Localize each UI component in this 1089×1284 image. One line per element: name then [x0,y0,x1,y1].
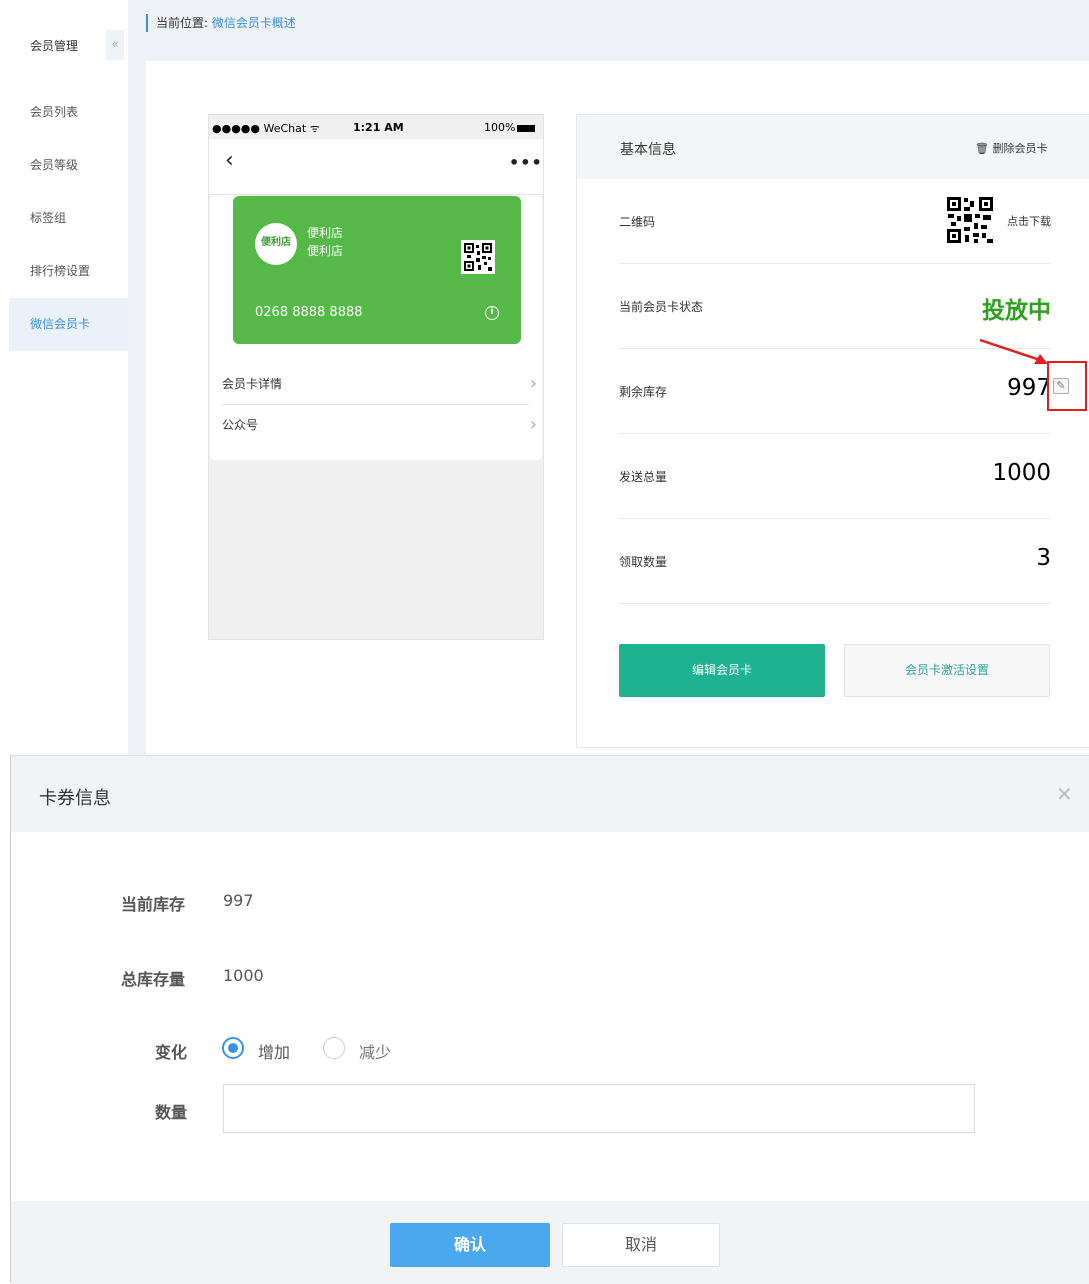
card-detail-row[interactable]: 会员卡详情 › [221,364,537,404]
sent-row: 发送总量 1000 [619,434,1051,519]
modal-title: 卡券信息 [39,788,111,809]
official-account-row[interactable]: 公众号 › [221,404,537,444]
sidebar-item-ranking-settings[interactable]: 排行榜设置 [9,245,128,298]
card-number: 0268 8888 8888 [255,305,363,320]
battery-icon [517,124,536,132]
quantity-label: 数量 [155,1103,188,1122]
confirm-button[interactable]: 确认 [390,1223,550,1267]
annotation-arrow-icon [979,338,1048,364]
sidebar: 会员管理 « 会员列表 会员等级 标签组 排行榜设置 微信会员卡 [0,0,128,755]
cancel-button[interactable]: 取消 [562,1223,720,1267]
total-stock-label: 总库存量 [121,970,186,989]
basic-info-panel: 基本信息 🗑 删除会员卡 二维码 点击下载 当前会员卡状态 投放中 剩余库存 9… [576,114,1089,748]
card-qr-icon [461,240,495,274]
sent-value: 1000 [992,460,1051,486]
status-time: 1:21 AM [353,121,404,134]
stock-label: 剩余库存 [619,385,668,399]
battery-status: 100% [484,121,536,134]
decrease-label[interactable]: 减少 [359,1039,391,1063]
phone-preview: ●●●●● WeChat ᯤ 1:21 AM 100% ‹ ••• 便利店 便利… [208,114,544,640]
quantity-input[interactable] [223,1084,975,1133]
delete-card-button[interactable]: 🗑 删除会员卡 [975,140,1047,156]
trash-icon: 🗑 [975,142,989,155]
activation-settings-button[interactable]: 会员卡激活设置 [844,644,1050,697]
modal-footer: 确认 取消 [11,1201,1089,1284]
back-icon[interactable]: ‹ [225,148,234,173]
status-label: 当前会员卡状态 [619,300,704,314]
chevron-right-icon: › [529,373,537,394]
qr-download-link[interactable]: 点击下载 [1007,213,1051,229]
info-title: 基本信息 [620,142,676,158]
carrier-signal: ●●●●● WeChat ᯤ [212,122,320,135]
received-row: 领取数量 3 [619,519,1051,604]
qr-code-icon[interactable] [947,197,993,243]
battery-label: 100% [484,121,516,134]
phone-status-bar: ●●●●● WeChat ᯤ 1:21 AM 100% [209,115,543,139]
current-stock-label: 当前库存 [121,895,186,914]
sidebar-item-tag-group[interactable]: 标签组 [9,192,128,245]
breadcrumb-current[interactable]: 微信会员卡概述 [212,16,296,30]
qr-label: 二维码 [619,215,656,229]
coupon-info-modal: 卡券信息 ✕ 当前库存 997 总库存量 1000 变化 增加 减少 数量 确认… [10,755,1089,1284]
status-row: 当前会员卡状态 投放中 [619,264,1051,349]
sent-label: 发送总量 [619,470,668,484]
edit-card-button[interactable]: 编辑会员卡 [619,644,825,697]
sidebar-item-wechat-card[interactable]: 微信会员卡 [9,298,128,351]
delete-card-label: 删除会员卡 [992,142,1048,155]
sidebar-item-member-list[interactable]: 会员列表 [9,86,128,139]
decrease-radio[interactable] [323,1037,345,1059]
received-label: 领取数量 [619,555,668,569]
more-icon[interactable]: ••• [509,153,543,172]
modal-header: 卡券信息 ✕ [11,756,1089,832]
stock-value: 997 [1007,375,1051,401]
increase-label[interactable]: 增加 [258,1039,290,1063]
change-label: 变化 [155,1043,188,1062]
sidebar-title: 会员管理 [30,39,79,53]
current-stock-value: 997 [223,891,254,910]
breadcrumb-prefix: 当前位置: [156,16,209,30]
card-detail-label: 会员卡详情 [222,377,283,391]
member-admin-page: 会员管理 « 会员列表 会员等级 标签组 排行榜设置 微信会员卡 当前位置: 微… [0,0,1089,755]
collapse-sidebar-button[interactable]: « [106,30,124,60]
edit-highlight-box [1047,361,1087,411]
chevron-right-icon: › [529,414,537,435]
breadcrumb: 当前位置: 微信会员卡概述 [146,14,296,32]
status-badge: 投放中 [982,298,1051,324]
card-store-subname: 便利店 [307,244,344,258]
official-account-label: 公众号 [222,418,259,432]
sidebar-item-member-level[interactable]: 会员等级 [9,139,128,192]
close-icon[interactable]: ✕ [1056,782,1073,806]
info-header: 基本信息 🗑 删除会员卡 [577,115,1089,179]
store-logo: 便利店 [255,223,297,265]
increase-radio[interactable] [222,1037,244,1059]
info-icon[interactable]: i [485,306,499,320]
received-value: 3 [1036,545,1051,571]
card-store-name: 便利店 [307,226,344,240]
total-stock-value: 1000 [223,966,264,985]
member-card: 便利店 便利店 便利店 0268 8888 8888 i [233,196,521,344]
qr-row: 二维码 点击下载 [619,179,1051,264]
phone-nav-bar: ‹ ••• [209,139,543,195]
